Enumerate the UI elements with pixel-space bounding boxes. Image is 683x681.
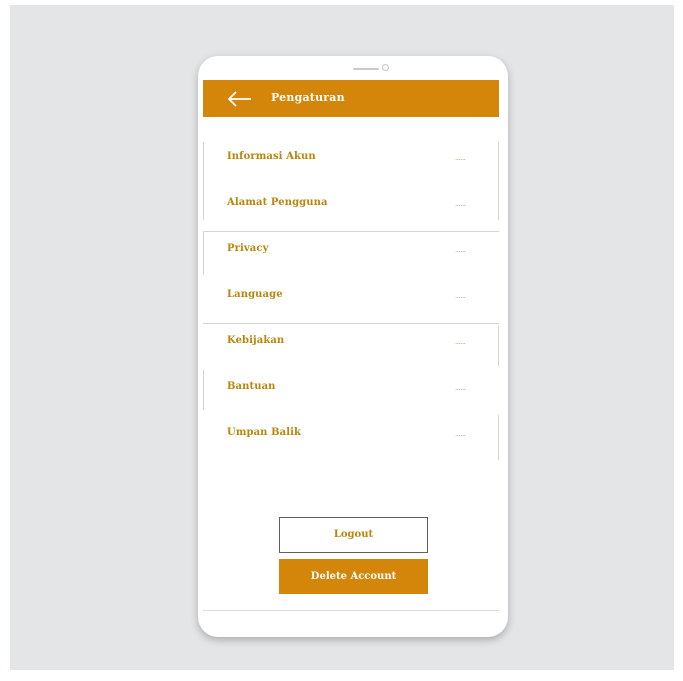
back-button[interactable]	[225, 88, 253, 110]
settings-item-label: Language	[227, 289, 283, 300]
settings-item-value: ......	[455, 384, 466, 392]
section-divider	[203, 231, 499, 232]
settings-item-value: ......	[455, 154, 466, 162]
mockup-background: Pengaturan Informasi Akun ...... Alamat …	[10, 5, 674, 670]
settings-item-value: ......	[455, 292, 466, 300]
settings-item-label: Bantuan	[227, 381, 276, 392]
settings-item-value: ......	[455, 338, 466, 346]
settings-item-label: Alamat Pengguna	[227, 197, 328, 208]
settings-item-alamat-pengguna[interactable]: Alamat Pengguna ......	[203, 185, 499, 231]
settings-item-language[interactable]: Language ......	[203, 277, 499, 323]
settings-item-label: Privacy	[227, 243, 269, 254]
settings-item-bantuan[interactable]: Bantuan ......	[203, 369, 499, 415]
settings-item-label: Umpan Balik	[227, 427, 302, 438]
section-edge	[498, 326, 499, 366]
section-edge	[498, 142, 499, 220]
settings-item-informasi-akun[interactable]: Informasi Akun ......	[203, 139, 499, 185]
section-edge	[498, 415, 499, 460]
section-edge	[203, 370, 204, 410]
settings-item-kebijakan[interactable]: Kebijakan ......	[203, 323, 499, 369]
settings-item-privacy[interactable]: Privacy ......	[203, 231, 499, 277]
settings-item-value: ......	[455, 200, 466, 208]
settings-item-label: Informasi Akun	[227, 151, 316, 162]
logout-button[interactable]: Logout	[279, 517, 428, 553]
delete-account-button[interactable]: Delete Account	[279, 559, 428, 594]
speaker-grille	[353, 68, 379, 70]
phone-screen: Pengaturan Informasi Akun ...... Alamat …	[203, 80, 499, 613]
section-edge	[203, 142, 204, 220]
app-bar: Pengaturan	[203, 80, 499, 117]
section-divider	[203, 323, 499, 324]
page-title: Pengaturan	[271, 91, 345, 104]
settings-item-label: Kebijakan	[227, 335, 285, 346]
arrow-left-icon	[227, 91, 251, 107]
front-camera	[382, 64, 389, 71]
settings-item-value: ......	[455, 430, 466, 438]
settings-list: Informasi Akun ...... Alamat Pengguna ..…	[203, 139, 499, 461]
phone-frame: Pengaturan Informasi Akun ...... Alamat …	[198, 56, 508, 637]
settings-item-umpan-balik[interactable]: Umpan Balik ......	[203, 415, 499, 461]
settings-item-value: ......	[455, 246, 466, 254]
section-edge	[203, 231, 204, 275]
bottom-divider	[203, 610, 499, 611]
